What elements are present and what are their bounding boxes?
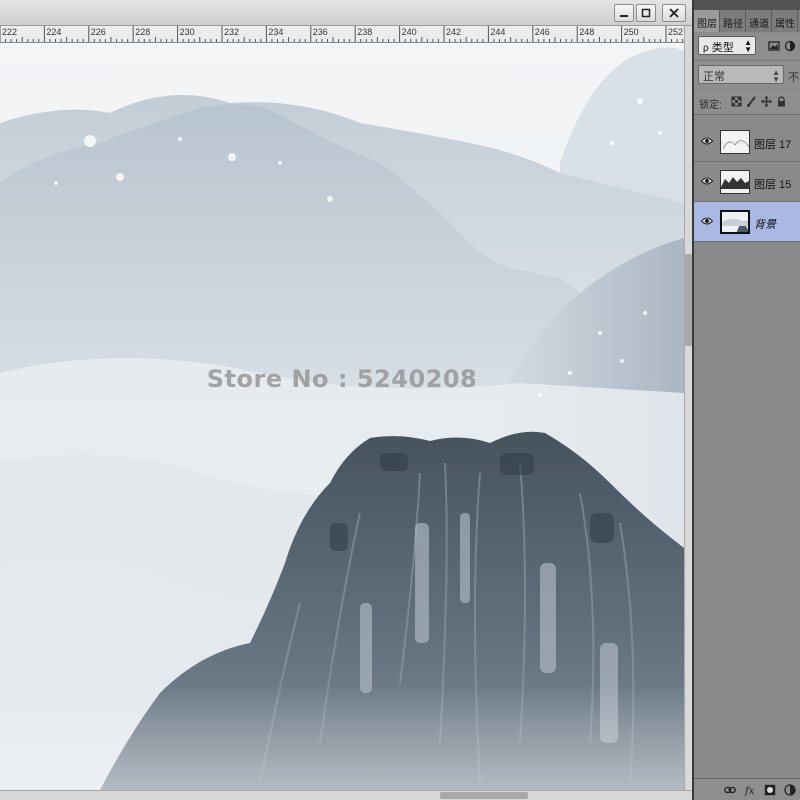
layer-name: 图层 17 (754, 139, 792, 151)
horizontal-scrollbar[interactable] (0, 790, 692, 800)
vertical-scroll-thumb[interactable] (685, 254, 692, 346)
layer-thumbnail-image (721, 131, 749, 153)
layer-row-17[interactable]: 图层 17 (694, 122, 800, 162)
maximize-button[interactable] (636, 4, 656, 22)
ruler-label: 250 (623, 27, 639, 37)
image-canvas[interactable]: Store No : 5240208 (0, 43, 684, 790)
panel-header-strip (694, 0, 800, 10)
link-icon[interactable] (724, 784, 736, 796)
select-arrows-icon: ▲ ▼ (744, 38, 752, 54)
layer-name: 背景 (754, 219, 776, 231)
close-icon (669, 8, 679, 18)
ruler-label: 228 (135, 27, 151, 37)
layer-thumbnail (720, 210, 750, 234)
store-watermark: Store No : 5240208 (206, 365, 478, 393)
lock-image-pixels-icon[interactable] (746, 96, 757, 107)
ruler-label: 252 (668, 27, 684, 37)
lock-transparent-pixels-icon[interactable] (731, 96, 742, 107)
ruler-label: 238 (357, 27, 373, 37)
landscape-artwork (0, 43, 684, 790)
layer-thumbnail-image (722, 212, 748, 232)
horizontal-scroll-thumb[interactable] (440, 792, 528, 799)
ruler-label: 236 (312, 27, 328, 37)
ruler-label: 246 (534, 27, 550, 37)
ruler-label: 234 (268, 27, 284, 37)
ruler-label: 226 (90, 27, 106, 37)
blend-mode-row: 正常 ▲ ▼ 不 (694, 60, 800, 88)
blend-mode-select[interactable]: 正常 ▲ ▼ (698, 65, 784, 84)
layer-thumbnail (720, 130, 750, 154)
layers-panel: 图层 路径 通道 属性 动 ρ 类型 ▲▼ 正常 ▲▼ 不 锁定: (692, 0, 800, 800)
ruler-label: 232 (224, 27, 240, 37)
layer-filter-row: ρ 类型 ▲ ▼ (694, 33, 800, 59)
select-arrows-icon: ▲ ▼ (772, 68, 780, 84)
horizontal-ruler[interactable]: 222 224 226 228 230 232 234 236 238 240 242 244 246 2… (0, 26, 684, 43)
layer-thumbnail (720, 170, 750, 194)
ruler-label: 240 (401, 27, 417, 37)
adjustment-filter-icon[interactable] (784, 40, 796, 52)
eye-icon[interactable] (701, 136, 713, 146)
svg-text:fx: fx (744, 786, 755, 796)
ruler-label: 242 (446, 27, 462, 37)
lock-position-icon[interactable] (761, 96, 772, 107)
panel-tabs: 图层 路径 通道 属性 动 (694, 10, 800, 32)
mask-icon[interactable] (764, 784, 776, 796)
ruler-label: 224 (46, 27, 62, 37)
close-button[interactable] (662, 4, 686, 22)
maximize-icon (641, 8, 651, 18)
filter-kind-label: 类型 (711, 42, 734, 54)
layers-panel-footer: fx (694, 778, 800, 800)
layer-row-15[interactable]: 图层 15 (694, 162, 800, 202)
minimize-button[interactable] (614, 4, 634, 22)
image-filter-icon[interactable] (768, 40, 780, 52)
eye-icon[interactable] (701, 176, 713, 186)
lock-label: 锁定: (699, 100, 722, 111)
layer-list: 图层 17 图层 15 背景 (694, 122, 800, 242)
tab-properties[interactable]: 属性 (772, 10, 798, 32)
ruler-label: 230 (179, 27, 195, 37)
document-title-bar (0, 0, 692, 26)
layer-filter-select[interactable]: ρ 类型 ▲ ▼ (698, 36, 756, 55)
fx-icon[interactable]: fx (744, 784, 756, 796)
ruler-label: 222 (2, 27, 18, 37)
layer-row-background[interactable]: 背景 (694, 202, 800, 242)
tab-channels[interactable]: 通道 (746, 10, 772, 32)
eye-icon[interactable] (701, 216, 713, 226)
ruler-label: 248 (579, 27, 595, 37)
tab-layers[interactable]: 图层 (694, 10, 720, 32)
adjustment-icon[interactable] (784, 784, 796, 796)
document-window: 222 224 226 228 230 232 234 236 238 240 242 244 246 2… (0, 0, 692, 800)
layer-thumbnail-image (721, 171, 749, 193)
minimize-icon (620, 15, 628, 17)
lock-all-icon[interactable] (776, 96, 787, 107)
blend-mode-value: 正常 (703, 71, 725, 83)
vertical-scrollbar[interactable] (684, 26, 692, 790)
lock-row: 锁定: (694, 89, 800, 115)
opacity-label: 不 (788, 72, 799, 84)
layer-name: 图层 15 (754, 179, 792, 191)
search-icon: ρ (703, 43, 709, 54)
tab-paths[interactable]: 路径 (720, 10, 746, 32)
ruler-label: 244 (490, 27, 506, 37)
